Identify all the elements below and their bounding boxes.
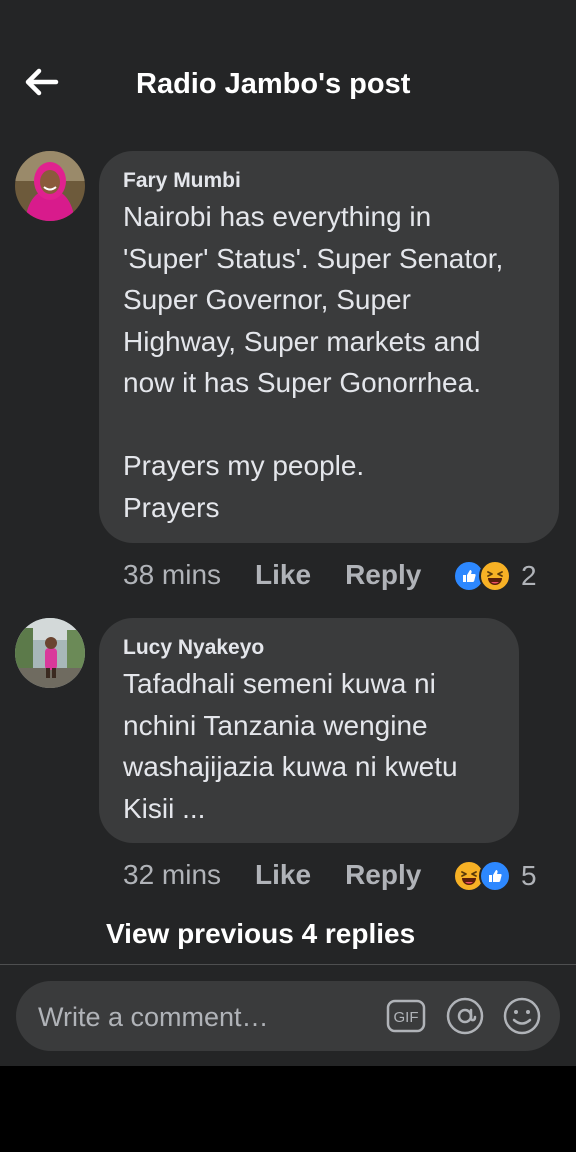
avatar-lucy-nyakeyo[interactable]	[15, 618, 85, 688]
view-previous-replies-link[interactable]: View previous 4 replies	[106, 918, 415, 950]
gif-icon: GIF	[386, 999, 426, 1033]
comment-input[interactable]	[36, 981, 370, 1053]
avatar-fary-mumbi[interactable]	[15, 151, 85, 221]
arrow-left-icon	[25, 68, 59, 96]
comment-author[interactable]: Lucy Nyakeyo	[123, 636, 264, 660]
comment-timestamp: 32 mins	[123, 859, 222, 890]
reaction-summary[interactable]: 5	[453, 860, 537, 892]
reaction-count: 5	[521, 860, 537, 891]
comment-box: GIF	[16, 981, 560, 1053]
gif-label: GIF	[394, 1009, 419, 1026]
back-button[interactable]	[22, 64, 62, 100]
profile-photo	[15, 151, 85, 221]
reaction-summary[interactable]: 2	[453, 560, 537, 592]
emoji-button[interactable]	[502, 996, 542, 1036]
comment-timestamp: 38 mins	[123, 559, 222, 590]
at-mention-icon	[446, 997, 484, 1035]
comment-text: Tafadhali semeni kuwa ni nchini Tanzania…	[123, 668, 458, 824]
top-navigation-bar: Radio Jambo's post	[0, 0, 576, 140]
comment-author[interactable]: Fary Mumbi	[123, 169, 241, 193]
haha-reaction-icon	[479, 560, 511, 592]
like-button[interactable]: Like	[255, 559, 311, 591]
like-reaction-icon	[479, 860, 511, 892]
comment-bubble: Fary Mumbi Nairobi has everything in 'Su…	[99, 151, 559, 543]
profile-photo	[15, 618, 85, 688]
reply-button[interactable]: Reply	[345, 859, 421, 891]
comment-actions: 32 mins Like Reply	[123, 855, 421, 895]
page-title: Radio Jambo's post	[136, 68, 411, 100]
smiley-icon	[503, 997, 541, 1035]
comment-composer: GIF	[0, 964, 576, 1067]
system-navigation-bar	[0, 1066, 576, 1152]
like-button[interactable]: Like	[255, 859, 311, 891]
reaction-count: 2	[521, 560, 537, 591]
post-comments-screen: Radio Jambo's post Fary Mumbi Nairobi ha…	[0, 0, 576, 1067]
comment-actions: 38 mins Like Reply	[123, 555, 421, 595]
reply-button[interactable]: Reply	[345, 559, 421, 591]
gif-button[interactable]: GIF	[386, 996, 426, 1036]
mention-button[interactable]	[445, 996, 485, 1036]
comment-text: Nairobi has everything in 'Super' Status…	[123, 201, 504, 523]
comment-bubble: Lucy Nyakeyo Tafadhali semeni kuwa ni nc…	[99, 618, 519, 843]
